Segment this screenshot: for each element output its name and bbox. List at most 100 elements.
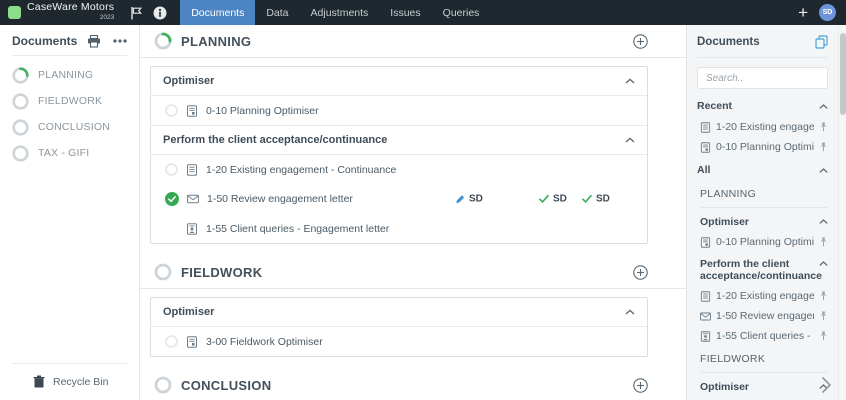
pin-icon[interactable]	[819, 122, 828, 132]
info-icon[interactable]	[148, 0, 172, 25]
document-row-1-50[interactable]: 1-50 Review engagement letter SD	[151, 184, 647, 214]
progress-ring-icon	[12, 93, 29, 110]
divider	[697, 57, 828, 58]
progress-ring-icon	[12, 145, 29, 162]
right-sidebar: Documents Recent	[686, 25, 838, 400]
progress-ring-icon	[12, 67, 29, 84]
signoff-badge: SD	[582, 194, 610, 205]
subgroup-acceptance[interactable]: Perform the client acceptance/continuanc…	[687, 252, 838, 286]
section-title: PLANNING	[181, 34, 251, 49]
pin-icon[interactable]	[819, 311, 828, 321]
copy-icon[interactable]	[815, 35, 828, 49]
optimiser-document-icon	[700, 237, 711, 248]
document-row-0-10[interactable]: 0-10 Planning Optimiser	[151, 96, 647, 125]
left-sidebar-title: Documents	[12, 34, 77, 48]
sidebar-item-conclusion[interactable]: CONCLUSION	[0, 114, 139, 140]
recent-item[interactable]: 0-10 Planning Optimiser	[687, 137, 838, 157]
sidebar-item-planning[interactable]: PLANNING	[0, 62, 139, 88]
add-document-icon[interactable]	[633, 265, 648, 280]
section-fieldwork-header: FIELDWORK	[140, 256, 686, 289]
tree-item[interactable]: 0-10 Planning Optimiser	[687, 232, 838, 252]
chevron-up-icon	[819, 261, 828, 266]
divider	[700, 207, 828, 208]
scrollbar[interactable]	[838, 25, 846, 400]
chevron-up-icon	[819, 168, 828, 173]
acceptance-group-header[interactable]: Perform the client acceptance/continuanc…	[151, 125, 647, 155]
fieldwork-card: Optimiser 3-00 Fieldwork Opt	[150, 297, 648, 357]
chevron-up-icon	[625, 137, 635, 143]
search-box	[697, 67, 828, 89]
tree-item[interactable]: 1-55 Client queries - Engagement letter	[687, 326, 838, 346]
brand-name: CaseWare Motors	[27, 2, 114, 12]
more-icon[interactable]	[113, 39, 127, 43]
chevron-up-icon	[819, 104, 828, 109]
letter-envelope-icon	[187, 193, 199, 205]
add-document-icon[interactable]	[633, 378, 648, 393]
app-window: CaseWare Motors 2023 Documents Data Adju…	[0, 0, 846, 400]
tree-item[interactable]: 1-20 Existing engagement - Continuance	[687, 286, 838, 306]
section-planning-header: PLANNING	[140, 25, 686, 58]
optimiser-group-header[interactable]: Optimiser	[151, 67, 647, 96]
check-icon	[539, 195, 549, 204]
tab-issues[interactable]: Issues	[379, 0, 431, 25]
sidebar-item-tax-gifi[interactable]: TAX - GIFI	[0, 140, 139, 166]
section-title: CONCLUSION	[181, 378, 271, 393]
status-ring-icon	[165, 163, 178, 176]
avatar[interactable]: SD	[819, 4, 836, 21]
pin-icon[interactable]	[819, 142, 828, 152]
divider	[700, 372, 828, 373]
signoff-badge: SD	[539, 194, 567, 205]
add-icon[interactable]: +	[798, 4, 808, 21]
document-row-3-00[interactable]: 3-00 Fieldwork Optimiser	[151, 327, 647, 356]
sidebar-item-fieldwork[interactable]: FIELDWORK	[0, 88, 139, 114]
section-title: FIELDWORK	[181, 265, 262, 280]
tree-item[interactable]: 1-50 Review engagement letter	[687, 306, 838, 326]
progress-ring-icon	[154, 32, 172, 50]
group-title-planning: PLANNING	[687, 181, 838, 204]
tab-data[interactable]: Data	[255, 0, 299, 25]
scrollbar-thumb[interactable]	[840, 33, 846, 115]
chevron-up-icon	[625, 309, 635, 315]
tab-queries[interactable]: Queries	[432, 0, 491, 25]
checklist-document-icon	[700, 291, 711, 302]
flag-icon[interactable]	[124, 0, 148, 25]
all-section-header[interactable]: All	[687, 157, 838, 181]
document-row-1-55[interactable]: 1-55 Client queries - Engagement letter	[151, 214, 647, 243]
recycle-bin[interactable]: Recycle Bin	[0, 364, 139, 400]
status-ring-icon	[165, 104, 178, 117]
letter-envelope-icon	[700, 311, 711, 322]
optimiser-document-icon	[700, 142, 711, 153]
progress-ring-icon	[12, 119, 29, 136]
documents-main: PLANNING Optimiser	[140, 25, 686, 400]
left-sidebar: Documents	[0, 25, 140, 400]
chevron-up-icon	[819, 219, 828, 224]
optimiser-document-icon	[186, 105, 198, 117]
tab-adjustments[interactable]: Adjustments	[300, 0, 380, 25]
pin-icon[interactable]	[819, 237, 828, 247]
add-document-icon[interactable]	[633, 34, 648, 49]
status-complete-icon	[165, 192, 179, 206]
print-icon[interactable]	[87, 35, 101, 48]
recent-section-header[interactable]: Recent	[687, 93, 838, 117]
subgroup-optimiser[interactable]: Optimiser	[687, 210, 838, 232]
optimiser-group-header[interactable]: Optimiser	[151, 298, 647, 327]
document-row-1-20[interactable]: 1-20 Existing engagement - Continuance	[151, 155, 647, 184]
progress-ring-icon	[154, 376, 172, 394]
trash-icon	[33, 375, 45, 388]
right-sidebar-title: Documents	[697, 36, 760, 48]
pin-icon[interactable]	[819, 291, 828, 301]
top-bar: CaseWare Motors 2023 Documents Data Adju…	[0, 0, 846, 25]
main-nav: Documents Data Adjustments Issues Querie…	[180, 0, 490, 25]
checklist-document-icon	[700, 122, 711, 133]
pin-icon[interactable]	[819, 331, 828, 341]
subgroup-optimiser[interactable]: Optimiser	[687, 375, 838, 397]
optimiser-document-icon	[186, 336, 198, 348]
planning-card: Optimiser 0-10 Planning Opt	[150, 66, 648, 244]
checklist-document-icon	[186, 164, 198, 176]
chevron-up-icon	[625, 78, 635, 84]
search-input[interactable]	[697, 67, 828, 89]
recent-item[interactable]: 1-20 Existing engagement - Continuance	[687, 117, 838, 137]
tab-documents[interactable]: Documents	[180, 0, 255, 25]
query-person-icon	[186, 223, 198, 235]
chevron-right-icon[interactable]	[821, 376, 832, 394]
